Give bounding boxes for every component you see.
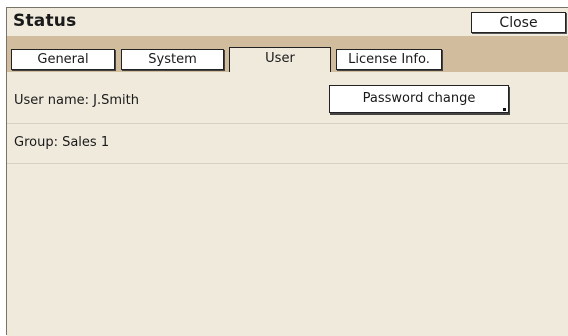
close-button[interactable]: Close xyxy=(471,12,566,33)
tab-general[interactable]: General xyxy=(11,49,115,70)
tab-system[interactable]: System xyxy=(121,49,224,70)
submenu-indicator-icon xyxy=(503,108,506,111)
window-title: Status xyxy=(13,11,77,31)
title-bar: Status Close xyxy=(7,8,568,35)
row-divider xyxy=(7,123,568,124)
row-divider xyxy=(7,163,568,164)
user-panel: User name: J.Smith Password change Group… xyxy=(7,72,568,336)
status-window: Status Close General System User License… xyxy=(6,7,568,336)
password-change-button[interactable]: Password change xyxy=(329,85,509,113)
tab-bar: General System User License Info. xyxy=(7,36,568,73)
tab-user[interactable]: User xyxy=(229,47,331,73)
group-label: Group: Sales 1 xyxy=(14,135,110,150)
password-change-label: Password change xyxy=(362,91,476,106)
tab-license-info[interactable]: License Info. xyxy=(336,49,442,70)
username-label: User name: J.Smith xyxy=(14,93,139,108)
